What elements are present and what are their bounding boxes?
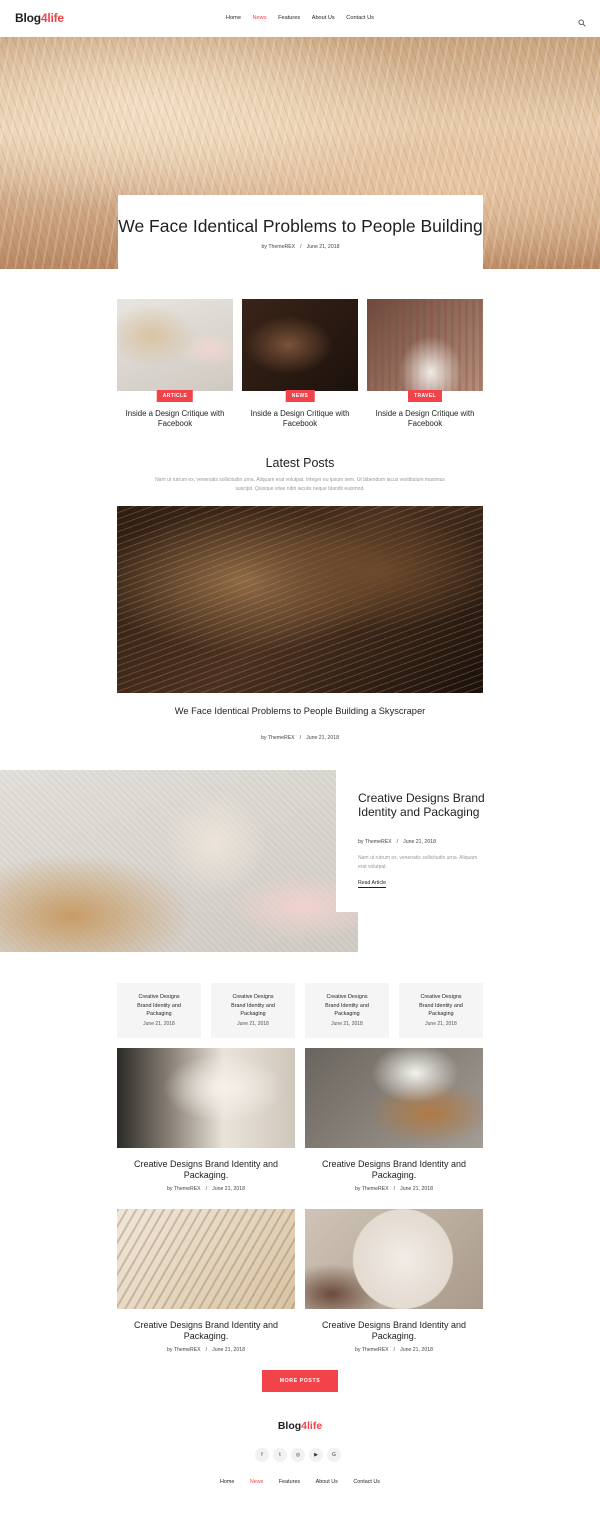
logo-text-main: Blog [277,1420,302,1432]
site-header: Blog4life Home News Features About Us Co… [0,0,600,37]
mini-post-title[interactable]: Creative Designs Brand Identity and Pack… [117,993,201,1019]
post-image[interactable] [367,299,483,391]
post-meta: by ThemeREX / June 21, 2018 [305,1347,483,1353]
post-image[interactable] [117,1209,295,1309]
post-date[interactable]: June 21, 2018 [307,244,340,250]
card-title[interactable]: Inside a Design Critique with Facebook [367,409,483,429]
footer-nav-about-us[interactable]: About Us [316,1479,338,1485]
main-nav: Home News Features About Us Contact Us [0,15,600,21]
post-image[interactable] [305,1048,483,1148]
post-author[interactable]: by ThemeREX [167,1347,201,1353]
read-article-link[interactable]: Read Article [358,880,386,888]
meta-separator: / [393,1186,396,1192]
post-date[interactable]: June 21, 2018 [400,1186,433,1192]
featured-post-image[interactable] [117,506,483,693]
latest-posts-description: Nam ut rutrum ex, venenatis sollicitudin… [155,477,445,492]
google-plus-icon[interactable]: G [327,1448,341,1462]
meta-separator: / [205,1347,208,1353]
mini-post-title[interactable]: Creative Designs Brand Identity and Pack… [211,993,295,1019]
feature-meta: by ThemeREX / June 21, 2018 [358,839,436,845]
instagram-icon[interactable]: ◎ [291,1448,305,1462]
category-tag[interactable]: TRAVEL [407,390,443,402]
featured-post-title[interactable]: We Face Identical Problems to People Bui… [117,706,483,717]
meta-separator: / [393,1347,396,1353]
post-author[interactable]: by ThemeREX [355,1347,389,1353]
nav-item-about-us[interactable]: About Us [312,15,335,21]
post-image[interactable] [242,299,358,391]
footer-nav: Home News Features About Us Contact Us [0,1479,600,1485]
feature-image[interactable] [0,770,358,952]
mini-post-date: June 21, 2018 [425,1020,457,1027]
post-title[interactable]: Creative Designs Brand Identity and Pack… [305,1159,483,1181]
footer-nav-home[interactable]: Home [220,1479,234,1485]
post-date[interactable]: June 21, 2018 [212,1186,245,1192]
mini-post-date: June 21, 2018 [237,1020,269,1027]
mini-post-date: June 21, 2018 [143,1020,175,1027]
footer-logo[interactable]: Blog4life [0,1420,600,1432]
category-card[interactable]: NEWS Inside a Design Critique with Faceb… [242,299,358,434]
footer-nav-features[interactable]: Features [279,1479,300,1485]
mini-post-card[interactable]: Creative Designs Brand Identity and Pack… [305,983,389,1038]
grid-post[interactable]: Creative Designs Brand Identity and Pack… [117,1048,295,1192]
category-card[interactable]: TRAVEL Inside a Design Critique with Fac… [367,299,483,434]
post-image[interactable] [117,1048,295,1148]
category-card[interactable]: ARTICLE Inside a Design Critique with Fa… [117,299,233,434]
nav-item-contact-us[interactable]: Contact Us [346,15,374,21]
post-date[interactable]: June 21, 2018 [403,839,436,845]
mini-post-card[interactable]: Creative Designs Brand Identity and Pack… [117,983,201,1038]
post-meta: by ThemeREX / June 21, 2018 [117,1186,295,1192]
post-date[interactable]: June 21, 2018 [306,735,339,741]
post-author[interactable]: by ThemeREX [355,1186,389,1192]
search-icon[interactable] [578,14,586,27]
feature-title[interactable]: Creative Designs Brand Identity and Pack… [358,791,488,819]
post-date[interactable]: June 21, 2018 [212,1347,245,1353]
nav-item-news[interactable]: News [253,15,267,21]
featured-post-meta: by ThemeREX / June 21, 2018 [117,735,483,741]
grid-post[interactable]: Creative Designs Brand Identity and Pack… [305,1209,483,1353]
mini-post-date: June 21, 2018 [331,1020,363,1027]
category-tag[interactable]: NEWS [285,390,315,402]
mini-post-title[interactable]: Creative Designs Brand Identity and Pack… [305,993,389,1019]
meta-separator: / [299,735,302,741]
twitter-icon[interactable]: t [273,1448,287,1462]
mini-post-title[interactable]: Creative Designs Brand Identity and Pack… [399,993,483,1019]
post-meta: by ThemeREX / June 21, 2018 [117,1347,295,1353]
hero-meta: by ThemeREX / June 21, 2018 [118,244,483,250]
mini-post-card[interactable]: Creative Designs Brand Identity and Pack… [399,983,483,1038]
grid-post[interactable]: Creative Designs Brand Identity and Pack… [117,1209,295,1353]
post-meta: by ThemeREX / June 21, 2018 [305,1186,483,1192]
latest-posts-heading: Latest Posts [265,456,335,470]
post-image[interactable] [117,299,233,391]
card-title[interactable]: Inside a Design Critique with Facebook [117,409,233,429]
meta-separator: / [300,244,302,250]
footer-nav-contact-us[interactable]: Contact Us [353,1479,380,1485]
meta-separator: / [205,1186,208,1192]
post-date[interactable]: June 21, 2018 [400,1347,433,1353]
card-title[interactable]: Inside a Design Critique with Facebook [242,409,358,429]
feature-description: Nam ut rutrum ex, venenatis sollicitudin… [358,855,478,870]
post-title[interactable]: Creative Designs Brand Identity and Pack… [117,1159,295,1181]
logo-text-accent: 4life [301,1420,323,1432]
youtube-icon[interactable]: ▶ [309,1448,323,1462]
footer-nav-news[interactable]: News [250,1479,263,1485]
post-author[interactable]: by ThemeREX [358,839,392,845]
post-author[interactable]: by ThemeREX [167,1186,201,1192]
post-author[interactable]: by ThemeREX [262,244,296,250]
nav-item-features[interactable]: Features [278,15,300,21]
hero-title[interactable]: We Face Identical Problems to People Bui… [118,216,483,236]
post-title[interactable]: Creative Designs Brand Identity and Pack… [117,1320,295,1342]
meta-separator: / [396,839,399,845]
grid-post[interactable]: Creative Designs Brand Identity and Pack… [305,1048,483,1192]
facebook-icon[interactable]: f [255,1448,269,1462]
post-author[interactable]: by ThemeREX [261,735,295,741]
category-tag[interactable]: ARTICLE [156,390,194,402]
hero-card: We Face Identical Problems to People Bui… [118,195,483,275]
more-posts-button[interactable]: MORE POSTS [262,1370,338,1392]
post-title[interactable]: Creative Designs Brand Identity and Pack… [305,1320,483,1342]
nav-item-home[interactable]: Home [226,15,241,21]
post-image[interactable] [305,1209,483,1309]
mini-post-card[interactable]: Creative Designs Brand Identity and Pack… [211,983,295,1038]
